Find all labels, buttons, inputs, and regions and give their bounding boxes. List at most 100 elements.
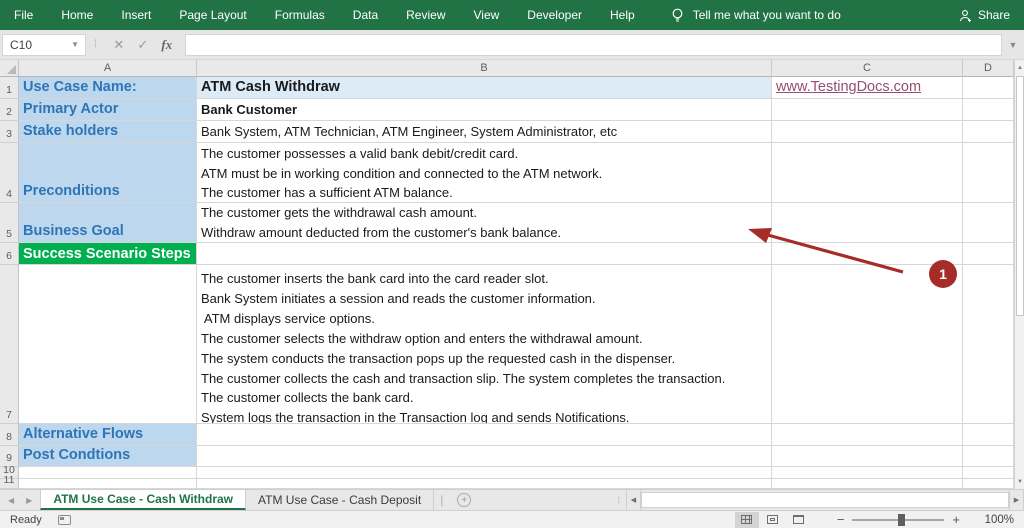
page-break-view-button[interactable] [787,512,811,528]
cell-c7[interactable] [772,265,963,424]
name-box[interactable]: C10 ▼ [2,33,86,56]
cell-c2[interactable] [772,99,963,121]
row-header-8[interactable]: 8 [0,424,19,446]
tab-home[interactable]: Home [47,0,107,30]
cell-a3[interactable]: Stake holders [19,121,197,143]
zoom-slider-handle[interactable] [898,513,906,526]
cell-d6[interactable] [963,243,1014,265]
tab-file[interactable]: File [0,0,47,30]
tell-me-box[interactable]: Tell me what you want to do [671,8,841,23]
cell-c4[interactable] [772,143,963,203]
row-header-6[interactable]: 6 [0,243,19,265]
scroll-left-icon[interactable]: ◀ [626,490,641,510]
cell-d7[interactable] [963,265,1014,424]
cell-d4[interactable] [963,143,1014,203]
column-header-a[interactable]: A [19,60,197,77]
column-header-c[interactable]: C [772,60,963,77]
formula-input[interactable] [184,33,1002,56]
select-all-button[interactable] [0,60,19,77]
row-header-7[interactable]: 7 [0,265,19,424]
cell-c8[interactable] [772,424,963,446]
sheet-nav-left-icon[interactable]: ◀ [8,496,14,505]
cell-b2[interactable]: Bank Customer [197,99,772,121]
zoom-in-button[interactable]: + [944,512,968,527]
cell-a11[interactable] [19,479,197,489]
row-header-3[interactable]: 3 [0,121,19,143]
cell-b9[interactable] [197,446,772,467]
row-header-4[interactable]: 4 [0,143,19,203]
cell-b8[interactable] [197,424,772,446]
insert-function-icon[interactable]: fx [155,37,179,53]
scroll-up-icon[interactable]: ▲ [1015,60,1024,75]
vertical-scrollbar-thumb[interactable] [1016,76,1024,316]
cell-d1[interactable] [963,77,1014,99]
cell-a10[interactable] [19,467,197,479]
page-layout-view-button[interactable] [761,512,785,528]
cell-c9[interactable] [772,446,963,467]
scenario-step: Bank System initiates a session and read… [201,290,596,306]
cell-a5[interactable]: Business Goal [19,203,197,243]
row-header-2[interactable]: 2 [0,99,19,121]
cancel-icon[interactable]: ✕ [107,37,131,53]
scroll-down-icon[interactable]: ▼ [1015,474,1024,489]
vertical-scrollbar[interactable]: ▲ ▼ [1014,60,1024,489]
sheet-nav-right-icon[interactable]: ▶ [26,496,32,505]
sheet-tab-cash-deposit[interactable]: ATM Use Case - Cash Deposit [246,490,435,510]
cell-a6[interactable]: Success Scenario Steps [19,243,197,265]
name-box-dropdown-icon[interactable]: ▼ [71,40,79,49]
cell-d11[interactable] [963,479,1014,489]
cell-d2[interactable] [963,99,1014,121]
row-header-1[interactable]: 1 [0,77,19,99]
tab-data[interactable]: Data [339,0,392,30]
cell-d10[interactable] [963,467,1014,479]
cell-a1[interactable]: Use Case Name: [19,77,197,99]
share-button[interactable]: Share [959,0,1010,30]
zoom-out-button[interactable]: − [829,512,853,527]
cell-c3[interactable] [772,121,963,143]
row-header-11[interactable]: 11 [0,474,19,489]
macro-record-icon[interactable] [57,514,71,525]
scrollbar-grip[interactable]: ⁞ [611,490,626,510]
cell-b7[interactable]: The customer inserts the bank card into … [197,265,772,424]
horizontal-scrollbar-thumb[interactable] [641,492,1009,508]
cell-a2[interactable]: Primary Actor [19,99,197,121]
row-header-5[interactable]: 5 [0,203,19,243]
cell-d5[interactable] [963,203,1014,243]
cell-c5[interactable] [772,203,963,243]
tab-page-layout[interactable]: Page Layout [165,0,260,30]
cell-b3[interactable]: Bank System, ATM Technician, ATM Enginee… [197,121,772,143]
cell-d8[interactable] [963,424,1014,446]
cell-b4[interactable]: The customer possesses a valid bank debi… [197,143,772,203]
cell-d9[interactable] [963,446,1014,467]
expand-formula-bar-icon[interactable]: ▼ [1002,40,1024,50]
cell-a4[interactable]: Preconditions [19,143,197,203]
cell-b6[interactable] [197,243,772,265]
cell-c1[interactable]: www.TestingDocs.com [772,77,963,99]
tab-formulas[interactable]: Formulas [261,0,339,30]
enter-icon[interactable]: ✓ [131,37,155,53]
cell-a8[interactable]: Alternative Flows [19,424,197,446]
cell-b10[interactable] [197,467,772,479]
tab-developer[interactable]: Developer [513,0,596,30]
cell-a7[interactable] [19,265,197,424]
column-header-d[interactable]: D [963,60,1014,77]
tab-insert[interactable]: Insert [107,0,165,30]
cell-a9[interactable]: Post Condtions [19,446,197,467]
zoom-percentage[interactable]: 100% [980,514,1014,526]
scroll-right-icon[interactable]: ▶ [1009,490,1024,510]
normal-view-button[interactable] [734,511,759,528]
column-header-b[interactable]: B [197,60,772,77]
testingdocs-link[interactable]: www.TestingDocs.com [776,79,921,95]
tab-help[interactable]: Help [596,0,649,30]
tab-view[interactable]: View [460,0,514,30]
cell-b11[interactable] [197,479,772,489]
cell-d3[interactable] [963,121,1014,143]
cell-c10[interactable] [772,467,963,479]
zoom-slider[interactable] [852,513,945,526]
cell-b5[interactable]: The customer gets the withdrawal cash am… [197,203,772,243]
new-sheet-button[interactable]: + [449,490,479,510]
cell-b1[interactable]: ATM Cash Withdraw [197,77,772,99]
cell-c11[interactable] [772,479,963,489]
tab-review[interactable]: Review [392,0,459,30]
sheet-tab-cash-withdraw[interactable]: ATM Use Case - Cash Withdraw [40,490,247,510]
